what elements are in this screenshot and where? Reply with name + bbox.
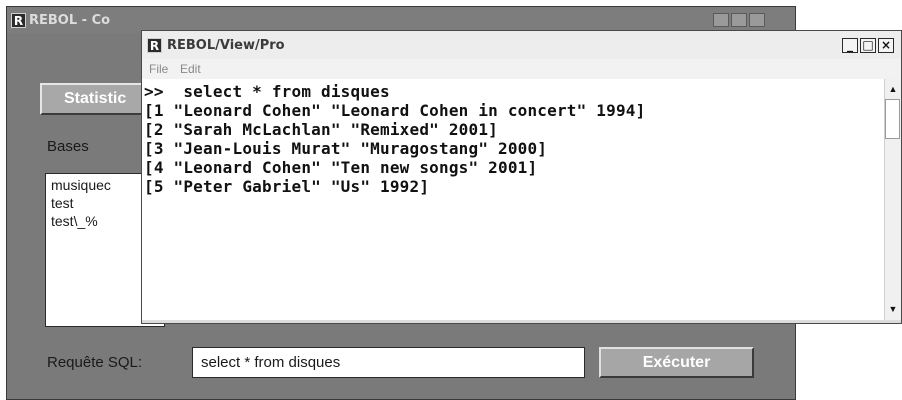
- console-result-line: [1 "Leonard Cohen" "Leonard Cohen in con…: [144, 101, 646, 120]
- minimize-icon[interactable]: [713, 13, 729, 27]
- console-result-line: [4 "Leonard Cohen" "Ten new songs" 2001]: [144, 158, 538, 177]
- bases-label: Bases: [47, 138, 89, 155]
- rebol-logo-icon: R: [147, 38, 162, 53]
- sql-query-label: Requête SQL:: [47, 354, 143, 371]
- rebol-console-window: R REBOL/View/Pro _ □ × File Edit >> sele…: [141, 30, 902, 324]
- console-output[interactable]: >> select * from disques [1 "Leonard Coh…: [142, 79, 884, 320]
- scroll-thumb[interactable]: [885, 99, 900, 139]
- scroll-up-icon[interactable]: ▲: [885, 81, 901, 97]
- list-item[interactable]: test: [51, 195, 74, 211]
- menu-bar: File Edit: [142, 59, 901, 79]
- minimize-icon[interactable]: _: [842, 38, 858, 53]
- close-icon[interactable]: [749, 13, 765, 27]
- console-result-line: [2 "Sarah McLachlan" "Remixed" 2001]: [144, 120, 498, 139]
- scroll-down-icon[interactable]: ▼: [885, 301, 901, 317]
- sql-client-title: REBOL - Co: [29, 13, 111, 28]
- menu-file[interactable]: File: [149, 62, 168, 76]
- maximize-icon[interactable]: □: [860, 38, 876, 53]
- menu-edit[interactable]: Edit: [180, 62, 201, 76]
- console-title: REBOL/View/Pro: [167, 38, 285, 53]
- console-result-line: [3 "Jean-Louis Murat" "Muragostang" 2000…: [144, 139, 548, 158]
- vertical-scrollbar[interactable]: ▲ ▼: [884, 79, 901, 320]
- execute-button[interactable]: Exécuter: [599, 347, 754, 378]
- console-prompt-line: >> select * from disques: [144, 82, 390, 101]
- close-icon[interactable]: ×: [878, 38, 894, 53]
- window-bottom-edge: [142, 320, 901, 323]
- list-item[interactable]: test\_%: [51, 213, 98, 229]
- console-titlebar[interactable]: R REBOL/View/Pro _ □ ×: [142, 31, 901, 59]
- list-item[interactable]: musiquec: [51, 177, 111, 193]
- rebol-logo-icon: R: [11, 13, 26, 28]
- sql-query-input[interactable]: select * from disques: [192, 347, 585, 378]
- maximize-icon[interactable]: [731, 13, 747, 27]
- console-result-line: [5 "Peter Gabriel" "Us" 1992]: [144, 177, 430, 196]
